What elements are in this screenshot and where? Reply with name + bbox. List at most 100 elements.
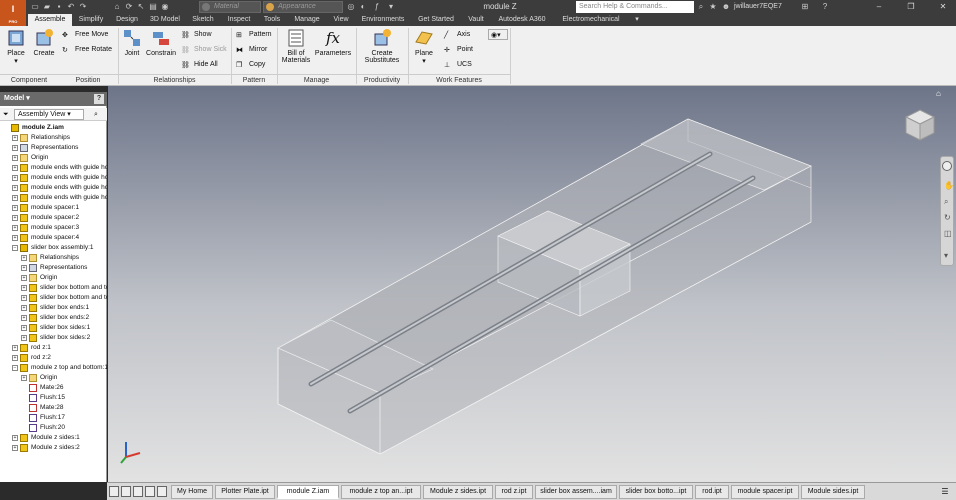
free-rotate-button[interactable]: ↻ Free Rotate bbox=[62, 44, 112, 55]
graphics-viewport[interactable]: ⌂ ✋ ⌕ ↻ ◫ ▾ bbox=[108, 86, 956, 482]
assembly-view-selector[interactable]: Assembly View ▾ bbox=[14, 109, 84, 120]
doc-tab-my-home[interactable]: My Home bbox=[171, 485, 213, 499]
find-icon[interactable]: ⌕ bbox=[94, 108, 98, 121]
window-list-icon[interactable] bbox=[157, 486, 167, 497]
viewcube[interactable] bbox=[903, 108, 937, 142]
doc-tab-module-spacer[interactable]: module spacer.ipt bbox=[731, 485, 799, 499]
steering-wheel-icon[interactable] bbox=[942, 161, 952, 171]
doc-tab-slider-box-assembly[interactable]: slider box assem....iam bbox=[535, 485, 617, 499]
tab-vault[interactable]: Vault bbox=[464, 14, 488, 26]
bill-of-materials-button[interactable]: Bill of Materials bbox=[280, 28, 312, 72]
expand-icon[interactable]: + bbox=[12, 345, 18, 351]
browser-title[interactable]: Model bbox=[4, 95, 24, 102]
quick-access-menu-icon[interactable]: ▾ bbox=[386, 2, 396, 12]
tab-design[interactable]: Design bbox=[112, 14, 142, 26]
point-button[interactable]: ✛ Point bbox=[444, 44, 473, 55]
tree-node[interactable]: + Relationships bbox=[0, 133, 107, 143]
doc-tab-module-z-sides[interactable]: Module z sides.ipt bbox=[423, 485, 493, 499]
orbit-icon[interactable]: ↻ bbox=[944, 213, 951, 222]
tab-autodesk-a360[interactable]: Autodesk A360 bbox=[494, 14, 550, 26]
expand-icon[interactable]: + bbox=[21, 285, 27, 291]
axis-button[interactable]: ╱ Axis bbox=[444, 29, 470, 40]
tab-view[interactable]: View bbox=[330, 14, 352, 26]
hide-all-button[interactable]: ⛓ Hide All bbox=[181, 59, 218, 70]
tile-horizontal-icon[interactable] bbox=[109, 486, 119, 497]
expand-icon[interactable]: + bbox=[12, 225, 18, 231]
tab-sketch[interactable]: Sketch bbox=[188, 14, 218, 26]
help-search-input[interactable]: Search Help & Commands... bbox=[576, 1, 694, 13]
tree-node[interactable]: + module spacer:3 bbox=[0, 223, 107, 233]
pan-icon[interactable]: ✋ bbox=[944, 181, 954, 190]
document-tab-menu-icon[interactable]: ☰ bbox=[939, 486, 951, 498]
expand-icon[interactable]: + bbox=[21, 265, 27, 271]
create-substitutes-button[interactable]: Create Substitutes bbox=[360, 28, 404, 72]
tree-node[interactable]: + slider box bottom and top bbox=[0, 283, 107, 293]
look-at-icon[interactable]: ◫ bbox=[944, 229, 952, 238]
tab-environments[interactable]: Environments bbox=[358, 14, 408, 26]
tree-node[interactable]: + module spacer:2 bbox=[0, 213, 107, 223]
adjust-appearance-icon[interactable]: ◐ bbox=[358, 2, 368, 12]
expand-icon[interactable]: + bbox=[12, 235, 18, 241]
tree-node[interactable]: + slider box sides:1 bbox=[0, 323, 107, 333]
expand-icon[interactable]: + bbox=[21, 315, 27, 321]
collapse-icon[interactable]: − bbox=[12, 245, 18, 251]
expand-icon[interactable]: + bbox=[12, 205, 18, 211]
material-combo[interactable]: Material bbox=[199, 1, 261, 13]
place-button[interactable]: Place ▾ bbox=[4, 28, 28, 72]
mirror-button[interactable]: ⧓ Mirror bbox=[236, 44, 267, 55]
cascade-icon[interactable] bbox=[133, 486, 143, 497]
restore-button[interactable]: ❐ bbox=[900, 0, 922, 14]
search-icon[interactable]: ⌕ bbox=[696, 2, 706, 12]
help-icon[interactable]: ? bbox=[820, 2, 830, 12]
navbar-menu-icon[interactable]: ▾ bbox=[944, 251, 948, 260]
tab-electromechanical[interactable]: Electromechanical bbox=[556, 14, 626, 26]
tile-vertical-icon[interactable] bbox=[121, 486, 131, 497]
tab-simplify[interactable]: Simplify bbox=[74, 14, 108, 26]
tab-tools[interactable]: Tools bbox=[260, 14, 284, 26]
browser-title-dropdown-icon[interactable]: ▾ bbox=[26, 95, 30, 102]
tree-node[interactable]: + rod z:1 bbox=[0, 343, 107, 353]
tree-node[interactable]: Mate:26 bbox=[0, 383, 107, 393]
doc-tab-module-sides[interactable]: Module sides.ipt bbox=[801, 485, 865, 499]
parameters-button[interactable]: fx Parameters bbox=[314, 28, 352, 72]
expand-icon[interactable]: + bbox=[12, 155, 18, 161]
panel-title-productivity[interactable]: Productivity bbox=[356, 74, 408, 86]
select-icon[interactable]: ↖ bbox=[136, 2, 146, 12]
application-menu-button[interactable]: I PRO bbox=[0, 0, 26, 26]
copy-button[interactable]: ❐ Copy bbox=[236, 59, 265, 70]
tree-node[interactable]: Flush:20 bbox=[0, 423, 107, 433]
ribbon-options-icon[interactable]: ▾ bbox=[630, 14, 644, 26]
doc-tab-module-z-top[interactable]: module z top an...ipt bbox=[341, 485, 421, 499]
measure-icon[interactable]: ▤ bbox=[148, 2, 158, 12]
show-sick-button[interactable]: ⛓ Show Sick bbox=[181, 44, 227, 55]
collapse-icon[interactable]: − bbox=[12, 365, 18, 371]
close-button[interactable]: ✕ bbox=[932, 0, 954, 14]
tree-node[interactable]: + Representations bbox=[0, 143, 107, 153]
user-icon[interactable]: ☻ bbox=[721, 2, 731, 12]
update-icon[interactable]: ⟳ bbox=[124, 2, 134, 12]
tree-node[interactable]: + Origin bbox=[0, 273, 107, 283]
color-override-icon[interactable]: ◉ bbox=[160, 2, 170, 12]
expand-icon[interactable]: + bbox=[12, 175, 18, 181]
new-file-icon[interactable]: ▭ bbox=[30, 2, 40, 12]
home-view-icon[interactable]: ⌂ bbox=[936, 90, 944, 98]
user-name[interactable]: jwillauer7EQE7 bbox=[734, 0, 782, 14]
show-button[interactable]: ⛓ Show bbox=[181, 29, 212, 40]
expand-icon[interactable]: + bbox=[21, 255, 27, 261]
filter-icon[interactable]: ⏷ bbox=[3, 108, 9, 121]
tree-node[interactable]: + module ends with guide hole bbox=[0, 193, 107, 203]
tree-node[interactable]: Flush:17 bbox=[0, 413, 107, 423]
expand-icon[interactable]: + bbox=[12, 195, 18, 201]
tree-node[interactable]: + Module z sides:2 bbox=[0, 443, 107, 453]
tree-node[interactable]: + slider box sides:2 bbox=[0, 333, 107, 343]
expand-icon[interactable]: + bbox=[21, 335, 27, 341]
expand-icon[interactable]: + bbox=[21, 275, 27, 281]
tab-3d-model[interactable]: 3D Model bbox=[146, 14, 184, 26]
tree-node[interactable]: + module spacer:4 bbox=[0, 233, 107, 243]
tree-node[interactable]: + Origin bbox=[0, 153, 107, 163]
tab-manage[interactable]: Manage bbox=[290, 14, 324, 26]
minimize-button[interactable]: – bbox=[868, 0, 890, 14]
tree-node[interactable]: + slider box bottom and top bbox=[0, 293, 107, 303]
tree-node[interactable]: + module ends with guide hole bbox=[0, 173, 107, 183]
undo-icon[interactable]: ↶ bbox=[66, 2, 76, 12]
